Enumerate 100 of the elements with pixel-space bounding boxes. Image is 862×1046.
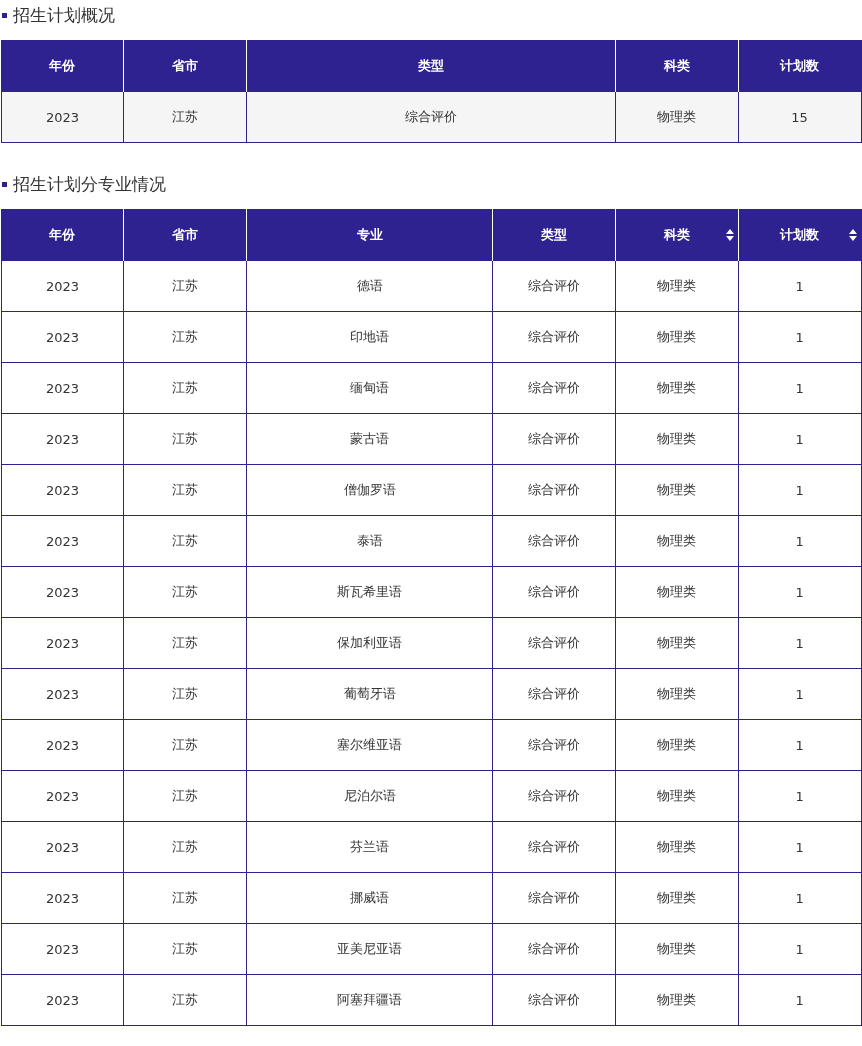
table-cell: 综合评价 [492,719,616,771]
table-cell: 江苏 [123,821,247,873]
section-title: 招生计划分专业情况 [13,172,166,196]
column-header: 计划数 [738,40,861,92]
table-cell: 德语 [246,260,493,312]
table-cell: 1 [738,464,861,516]
table-cell: 物理类 [615,413,739,465]
column-header: 科类 [615,40,739,92]
table-cell: 江苏 [123,515,247,567]
table-cell: 综合评价 [492,413,616,465]
table-cell: 物理类 [615,821,739,873]
table-cell: 物理类 [615,923,739,975]
table-cell: 综合评价 [492,311,616,363]
table-cell: 综合评价 [492,464,616,516]
column-header: 年份 [1,40,124,92]
table-cell: 阿塞拜疆语 [246,974,493,1026]
table-cell: 物理类 [615,91,739,143]
table-cell: 2023 [1,719,124,771]
table-cell: 2023 [1,311,124,363]
table-cell: 2023 [1,362,124,414]
table-cell: 江苏 [123,974,247,1026]
table-cell: 物理类 [615,311,739,363]
table-cell: 物理类 [615,974,739,1026]
column-header: 类型 [246,40,616,92]
table-cell: 1 [738,515,861,567]
table-cell: 物理类 [615,668,739,720]
table-cell: 2023 [1,617,124,669]
table-cell: 综合评价 [492,872,616,924]
table-cell: 综合评价 [492,974,616,1026]
table-cell: 僧伽罗语 [246,464,493,516]
table-cell: 江苏 [123,91,247,143]
table-cell: 保加利亚语 [246,617,493,669]
table-cell: 塞尔维亚语 [246,719,493,771]
table-cell: 综合评价 [492,668,616,720]
sort-icon[interactable] [848,229,857,241]
table-cell: 2023 [1,923,124,975]
table-cell: 亚美尼亚语 [246,923,493,975]
table-cell: 物理类 [615,464,739,516]
table-cell: 江苏 [123,617,247,669]
table-cell: 物理类 [615,617,739,669]
table-cell: 综合评价 [492,362,616,414]
table-cell: 1 [738,770,861,822]
table-cell: 泰语 [246,515,493,567]
table-cell: 物理类 [615,719,739,771]
table-cell: 物理类 [615,770,739,822]
table-cell: 15 [738,91,861,143]
table-cell: 江苏 [123,311,247,363]
table-cell: 芬兰语 [246,821,493,873]
table-cell: 2023 [1,464,124,516]
table-cell: 1 [738,311,861,363]
table-cell: 综合评价 [492,923,616,975]
column-header: 省市 [123,209,247,261]
table-cell: 2023 [1,821,124,873]
column-header: 年份 [1,209,124,261]
sort-icon[interactable] [725,229,734,241]
column-header[interactable]: 计划数 [738,209,861,261]
table-cell: 缅甸语 [246,362,493,414]
table-cell: 2023 [1,566,124,618]
table-cell: 印地语 [246,311,493,363]
table-cell: 2023 [1,413,124,465]
table-cell: 2023 [1,668,124,720]
table-cell: 江苏 [123,923,247,975]
table-cell: 2023 [1,91,124,143]
table-cell: 江苏 [123,413,247,465]
table-cell: 江苏 [123,770,247,822]
table-cell: 1 [738,923,861,975]
table-cell: 2023 [1,770,124,822]
table-cell: 江苏 [123,464,247,516]
table-cell: 综合评价 [492,770,616,822]
column-header: 类型 [492,209,616,261]
table-cell: 尼泊尔语 [246,770,493,822]
table-cell: 葡萄牙语 [246,668,493,720]
table-cell: 2023 [1,974,124,1026]
table-cell: 1 [738,821,861,873]
section-title: 招生计划概况 [13,3,115,27]
table-cell: 综合评价 [246,91,616,143]
table-cell: 综合评价 [492,821,616,873]
table-cell: 江苏 [123,719,247,771]
table-cell: 1 [738,668,861,720]
table-cell: 2023 [1,515,124,567]
table-cell: 综合评价 [492,260,616,312]
table-cell: 2023 [1,260,124,312]
table-cell: 江苏 [123,872,247,924]
table-cell: 1 [738,719,861,771]
table-cell: 物理类 [615,515,739,567]
column-header[interactable]: 科类 [615,209,739,261]
table-cell: 1 [738,617,861,669]
table-cell: 蒙古语 [246,413,493,465]
table-cell: 江苏 [123,362,247,414]
table-cell: 物理类 [615,362,739,414]
table-cell: 1 [738,974,861,1026]
column-header: 专业 [246,209,493,261]
table-cell: 江苏 [123,260,247,312]
table-cell: 物理类 [615,260,739,312]
table-cell: 1 [738,362,861,414]
title-bullet-icon [2,12,7,18]
table-cell: 挪威语 [246,872,493,924]
table-cell: 1 [738,260,861,312]
table-cell: 1 [738,566,861,618]
table-cell: 江苏 [123,566,247,618]
